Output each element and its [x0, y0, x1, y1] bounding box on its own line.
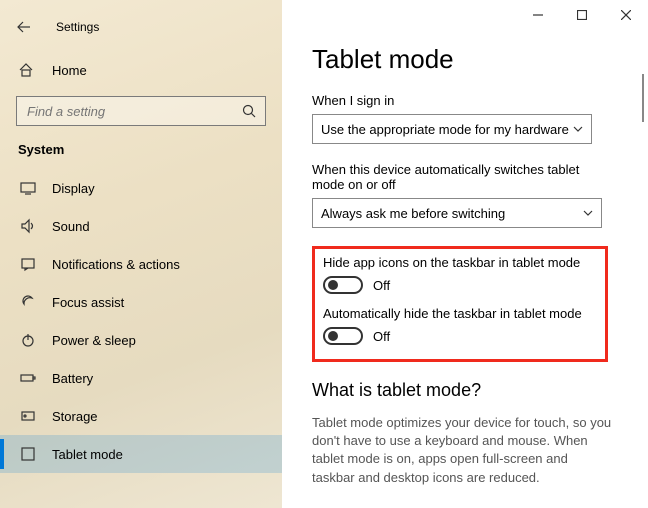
- display-icon: [18, 180, 38, 196]
- sidebar-item-label: Tablet mode: [52, 447, 123, 462]
- tablet-icon: [18, 446, 38, 462]
- search-field[interactable]: [25, 103, 241, 120]
- sidebar-item-label: Focus assist: [52, 295, 124, 310]
- chevron-down-icon: [583, 206, 593, 221]
- sidebar-item-label: Sound: [52, 219, 90, 234]
- power-icon: [18, 332, 38, 348]
- sidebar-item-sound[interactable]: Sound: [0, 207, 282, 245]
- autoswitch-label: When this device automatically switches …: [312, 162, 612, 192]
- signin-label: When I sign in: [312, 93, 624, 108]
- window-title: Settings: [56, 20, 99, 34]
- sidebar-item-label: Battery: [52, 371, 93, 386]
- focus-assist-icon: [18, 294, 38, 310]
- search-input[interactable]: [16, 96, 266, 126]
- sidebar-item-battery[interactable]: Battery: [0, 359, 282, 397]
- hide-taskbar-toggle[interactable]: [323, 327, 363, 345]
- autoswitch-value: Always ask me before switching: [321, 206, 505, 221]
- hide-taskbar-state: Off: [373, 329, 390, 344]
- search-icon: [241, 104, 257, 118]
- what-is-description: Tablet mode optimizes your device for to…: [312, 414, 612, 487]
- maximize-button[interactable]: [560, 0, 604, 30]
- nav-group-header: System: [0, 136, 282, 163]
- home-label: Home: [52, 63, 87, 78]
- sidebar-item-power-sleep[interactable]: Power & sleep: [0, 321, 282, 359]
- highlight-box: Hide app icons on the taskbar in tablet …: [312, 246, 608, 362]
- sound-icon: [18, 218, 38, 234]
- sidebar-item-display[interactable]: Display: [0, 169, 282, 207]
- sidebar-item-label: Display: [52, 181, 95, 196]
- what-is-heading: What is tablet mode?: [312, 380, 624, 401]
- home-icon: [18, 62, 38, 78]
- scrollbar[interactable]: [642, 74, 644, 122]
- sidebar: Settings Home System Display: [0, 0, 282, 508]
- page-title: Tablet mode: [312, 44, 624, 75]
- back-button[interactable]: [16, 19, 40, 35]
- minimize-button[interactable]: [516, 0, 560, 30]
- hide-icons-toggle[interactable]: [323, 276, 363, 294]
- sidebar-item-label: Power & sleep: [52, 333, 136, 348]
- close-button[interactable]: [604, 0, 648, 30]
- sidebar-item-tablet-mode[interactable]: Tablet mode: [0, 435, 282, 473]
- sidebar-item-label: Storage: [52, 409, 98, 424]
- hide-icons-state: Off: [373, 278, 390, 293]
- main-content: Tablet mode When I sign in Use the appro…: [282, 0, 648, 508]
- storage-icon: [18, 408, 38, 424]
- signin-value: Use the appropriate mode for my hardware: [321, 122, 569, 137]
- sidebar-item-notifications[interactable]: Notifications & actions: [0, 245, 282, 283]
- sidebar-item-label: Notifications & actions: [52, 257, 180, 272]
- chevron-down-icon: [573, 122, 583, 137]
- autoswitch-dropdown[interactable]: Always ask me before switching: [312, 198, 602, 228]
- signin-dropdown[interactable]: Use the appropriate mode for my hardware: [312, 114, 592, 144]
- hide-icons-label: Hide app icons on the taskbar in tablet …: [323, 255, 597, 270]
- battery-icon: [18, 370, 38, 386]
- sidebar-item-storage[interactable]: Storage: [0, 397, 282, 435]
- window-controls: [516, 0, 648, 30]
- sidebar-home[interactable]: Home: [0, 52, 282, 88]
- sidebar-item-focus-assist[interactable]: Focus assist: [0, 283, 282, 321]
- hide-taskbar-label: Automatically hide the taskbar in tablet…: [323, 306, 597, 321]
- notifications-icon: [18, 256, 38, 272]
